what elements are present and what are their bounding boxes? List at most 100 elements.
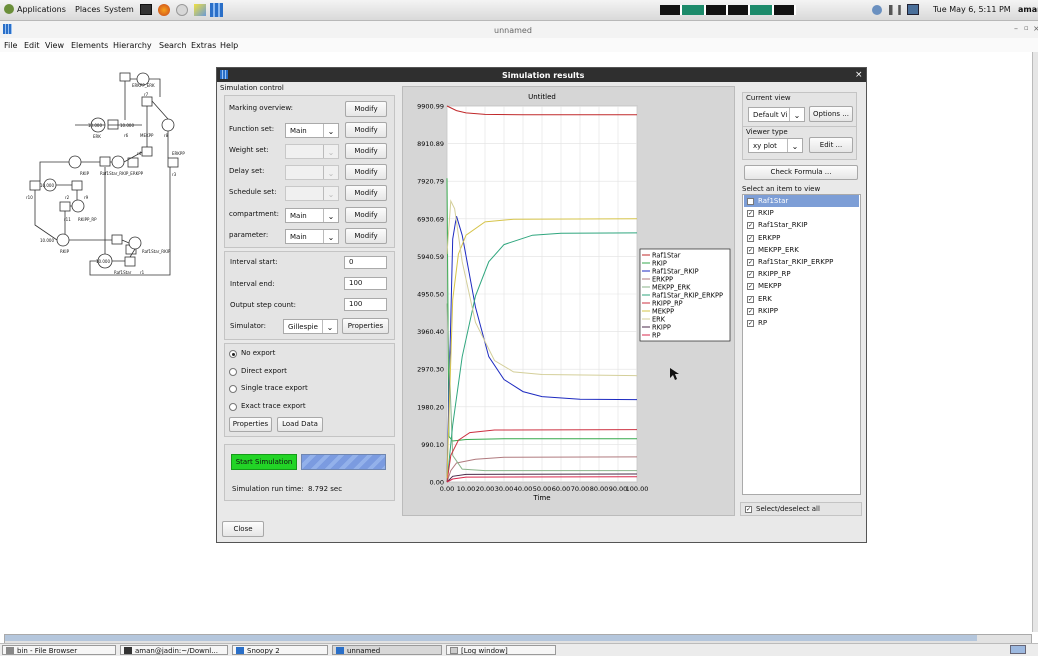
- task-log-window[interactable]: [Log window]: [446, 645, 556, 655]
- menu-search[interactable]: Search: [159, 41, 186, 50]
- sim-row-combo[interactable]: ⌄: [285, 144, 339, 159]
- firefox-launcher-icon[interactable]: [158, 4, 170, 16]
- mouse-cursor-icon: [670, 368, 679, 380]
- item-checkbox[interactable]: ✓: [747, 246, 754, 254]
- menu-help[interactable]: Help: [220, 41, 238, 50]
- simulator-label: Simulator:: [230, 322, 267, 330]
- item-checkbox[interactable]: ✓: [747, 259, 754, 266]
- task-snoopy[interactable]: Snoopy 2: [232, 645, 328, 655]
- menu-hierarchy[interactable]: Hierarchy: [113, 41, 152, 50]
- task-unnamed[interactable]: unnamed: [332, 645, 442, 655]
- output-step-field[interactable]: 100: [344, 298, 387, 311]
- workspace-switcher-icon[interactable]: [1010, 645, 1026, 654]
- modify-button[interactable]: Modify: [345, 101, 387, 117]
- interval-end-field[interactable]: 100: [344, 277, 387, 290]
- close-icon[interactable]: ×: [1033, 24, 1038, 33]
- menu-elements[interactable]: Elements: [71, 41, 108, 50]
- output-step-label: Output step count:: [230, 301, 297, 309]
- item-list-row[interactable]: ✓ Raf1Star: [744, 195, 859, 207]
- petri-net-diagram[interactable]: ERKPP_ERK r7 10.000 ERK r6 MEKPP r8 10.0…: [20, 65, 195, 290]
- sim-row-combo[interactable]: Main ⌄: [285, 229, 339, 244]
- network-icon[interactable]: [872, 5, 882, 15]
- modify-button[interactable]: Modify: [345, 207, 387, 223]
- task-terminal[interactable]: aman@jadin:~/Downl...: [120, 645, 228, 655]
- item-list-row[interactable]: ✓ RP: [744, 317, 859, 329]
- display-icon[interactable]: [907, 4, 919, 15]
- vertical-scrollbar[interactable]: [1032, 52, 1038, 632]
- export-radio[interactable]: [229, 350, 237, 358]
- item-checkbox[interactable]: ✓: [747, 210, 754, 218]
- menu-file[interactable]: File: [4, 41, 17, 50]
- modify-button[interactable]: Modify: [345, 164, 387, 180]
- item-checkbox[interactable]: ✓: [747, 295, 754, 303]
- panel-menu-system[interactable]: System: [104, 5, 134, 14]
- menu-view[interactable]: View: [45, 41, 64, 50]
- pn-label-raf1star-rkip: Raf1Star_RKIP: [142, 249, 171, 254]
- item-list-row[interactable]: ✓ Raf1Star_RKIP: [744, 219, 859, 231]
- export-properties-button[interactable]: Properties: [229, 417, 272, 432]
- close-button[interactable]: Close: [222, 521, 264, 537]
- modify-button[interactable]: Modify: [345, 185, 387, 201]
- xy-plot[interactable]: Untitled 0.00 990.10 1980.20 2970.30 3960.40 4…: [402, 86, 735, 516]
- item-checkbox[interactable]: ✓: [747, 222, 754, 230]
- menu-edit[interactable]: Edit: [24, 41, 40, 50]
- item-checkbox[interactable]: ✓: [747, 198, 754, 205]
- item-list-row[interactable]: ✓ RKIP: [744, 207, 859, 219]
- item-list-row[interactable]: ✓ RKIPP_RP: [744, 268, 859, 280]
- sim-row-combo[interactable]: ⌄: [285, 186, 339, 201]
- panel-menu-applications[interactable]: Applications: [17, 5, 66, 14]
- item-list-row[interactable]: ✓ ERK: [744, 293, 859, 305]
- modify-button[interactable]: Modify: [345, 228, 387, 244]
- modify-button[interactable]: Modify: [345, 143, 387, 159]
- help-launcher-icon[interactable]: [176, 4, 188, 16]
- x-axis-label: Time: [532, 494, 550, 502]
- dialog-close-icon[interactable]: ×: [855, 70, 863, 80]
- modify-button[interactable]: Modify: [345, 122, 387, 138]
- export-radio[interactable]: [229, 367, 237, 376]
- check-formula-button[interactable]: Check Formula ...: [744, 165, 858, 180]
- load-data-button[interactable]: Load Data: [277, 417, 323, 432]
- start-simulation-button[interactable]: Start Simulation: [231, 454, 297, 470]
- simulator-properties-button[interactable]: Properties: [342, 318, 389, 334]
- item-checkbox[interactable]: ✓: [747, 307, 754, 315]
- sim-row-combo[interactable]: ⌄: [285, 165, 339, 180]
- task-file-browser[interactable]: bin - File Browser: [2, 645, 116, 655]
- item-checkbox[interactable]: ✓: [747, 234, 754, 242]
- export-radio[interactable]: [229, 385, 237, 393]
- maximize-icon[interactable]: ▫: [1024, 24, 1029, 32]
- panel-user[interactable]: amar: [1018, 5, 1038, 14]
- export-option-label: Single trace export: [241, 384, 308, 392]
- edit-viewer-button[interactable]: Edit ...: [809, 137, 853, 153]
- export-radio[interactable]: [229, 402, 237, 411]
- item-checkbox[interactable]: ✓: [747, 283, 754, 291]
- current-view-combo[interactable]: Default Vi ⌄: [748, 107, 805, 122]
- snoopy-launcher-icon[interactable]: [210, 3, 223, 17]
- viewer-type-combo[interactable]: xy plot ⌄: [748, 138, 803, 153]
- item-list-row[interactable]: ✓ Raf1Star_RKIP_ERKPP: [744, 256, 859, 268]
- panel-clock[interactable]: Tue May 6, 5:11 PM: [933, 5, 1011, 14]
- item-list-row[interactable]: ✓ MEKPP: [744, 280, 859, 292]
- volume-icon[interactable]: [889, 5, 901, 15]
- minimize-icon[interactable]: –: [1014, 24, 1018, 33]
- select-all-checkbox[interactable]: ✓: [745, 506, 752, 513]
- item-list-row[interactable]: ✓ MEKPP_ERK: [744, 244, 859, 256]
- sim-row-combo[interactable]: Main ⌄: [285, 208, 339, 223]
- item-list-row[interactable]: ✓ RKIPP: [744, 305, 859, 317]
- item-checkbox[interactable]: ✓: [747, 320, 754, 327]
- terminal-launcher-icon[interactable]: [140, 4, 152, 15]
- pn-label-rkip-node: RKIP: [80, 171, 90, 176]
- interval-start-field[interactable]: 0: [344, 256, 387, 269]
- item-label: Raf1Star: [758, 197, 789, 205]
- sim-row-combo[interactable]: Main ⌄: [285, 123, 339, 138]
- simulator-combo[interactable]: Gillespie ⌄: [283, 319, 338, 334]
- item-list-row[interactable]: ✓ ERKPP: [744, 232, 859, 244]
- menu-extras[interactable]: Extras: [191, 41, 216, 50]
- pn-label-r3: r3: [172, 172, 177, 177]
- editor-launcher-icon[interactable]: [194, 4, 206, 16]
- options-button[interactable]: Options ...: [809, 106, 853, 122]
- legend-entry: ERKPP: [652, 275, 673, 283]
- panel-menu-places[interactable]: Places: [75, 5, 100, 14]
- pn-label-r2: r2: [65, 195, 70, 200]
- horizontal-scrollbar-thumb[interactable]: [5, 635, 977, 641]
- item-checkbox[interactable]: ✓: [747, 271, 754, 279]
